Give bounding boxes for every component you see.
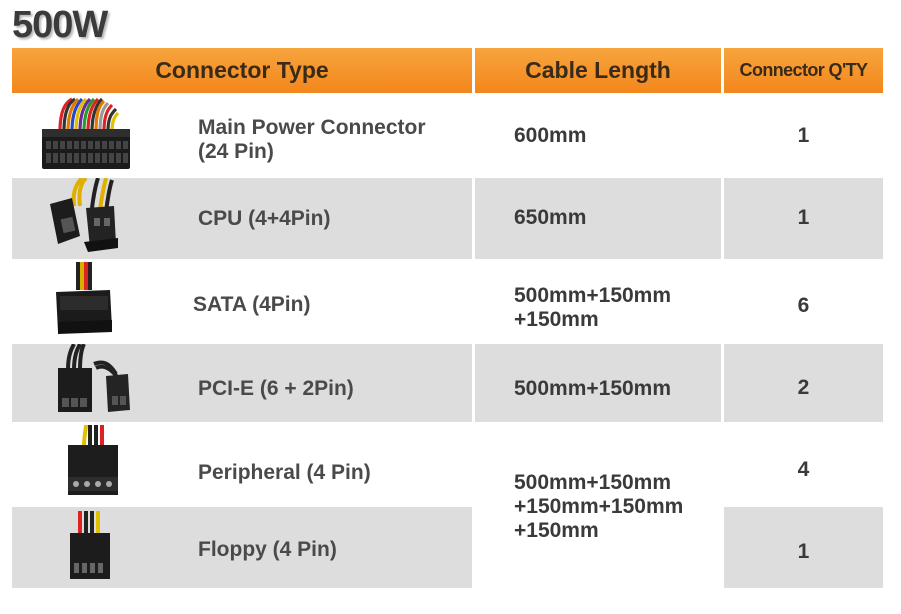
cable-length-sata: 500mm+150mm +150mm [514,284,672,331]
row-main-power-length-cell [475,96,721,175]
connector-label-peripheral: Peripheral (4 Pin) [198,461,371,484]
cable-length-peripheral-floppy: 500mm+150mm +150mm+150mm +150mm [514,471,684,542]
floppy-connector-icon [70,511,110,579]
peripheral-connector-icon [68,425,118,495]
cable-length-cpu: 650mm [514,206,587,229]
qty-peripheral: 4 [797,458,810,481]
qty-main-power: 1 [797,124,810,147]
pcie-connector-icon [58,344,130,412]
sata-connector-icon [56,262,112,334]
connector-label-main-power: Main Power Connector (24 Pin) [198,116,426,163]
qty-pcie: 2 [797,376,810,399]
connector-label-cpu: CPU (4+4Pin) [198,207,331,230]
main-power-connector-icon [42,97,130,169]
cpu-connector-icon [50,178,118,252]
connector-label-pcie: PCI-E (6 + 2Pin) [198,377,354,400]
header-qty: Connector Q'TY [724,48,883,93]
cable-length-pcie: 500mm+150mm [514,377,672,400]
qty-sata: 6 [797,294,810,317]
connector-label-sata: SATA (4Pin) [193,293,311,316]
page-title: 500W [12,4,108,46]
row-cpu-length-cell [475,178,721,259]
qty-floppy: 1 [797,540,810,563]
qty-cpu: 1 [797,206,810,229]
cable-length-main-power: 600mm [514,124,587,147]
header-cable-length: Cable Length [475,48,721,93]
header-connector-type: Connector Type [12,48,472,93]
connector-label-floppy: Floppy (4 Pin) [198,538,337,561]
